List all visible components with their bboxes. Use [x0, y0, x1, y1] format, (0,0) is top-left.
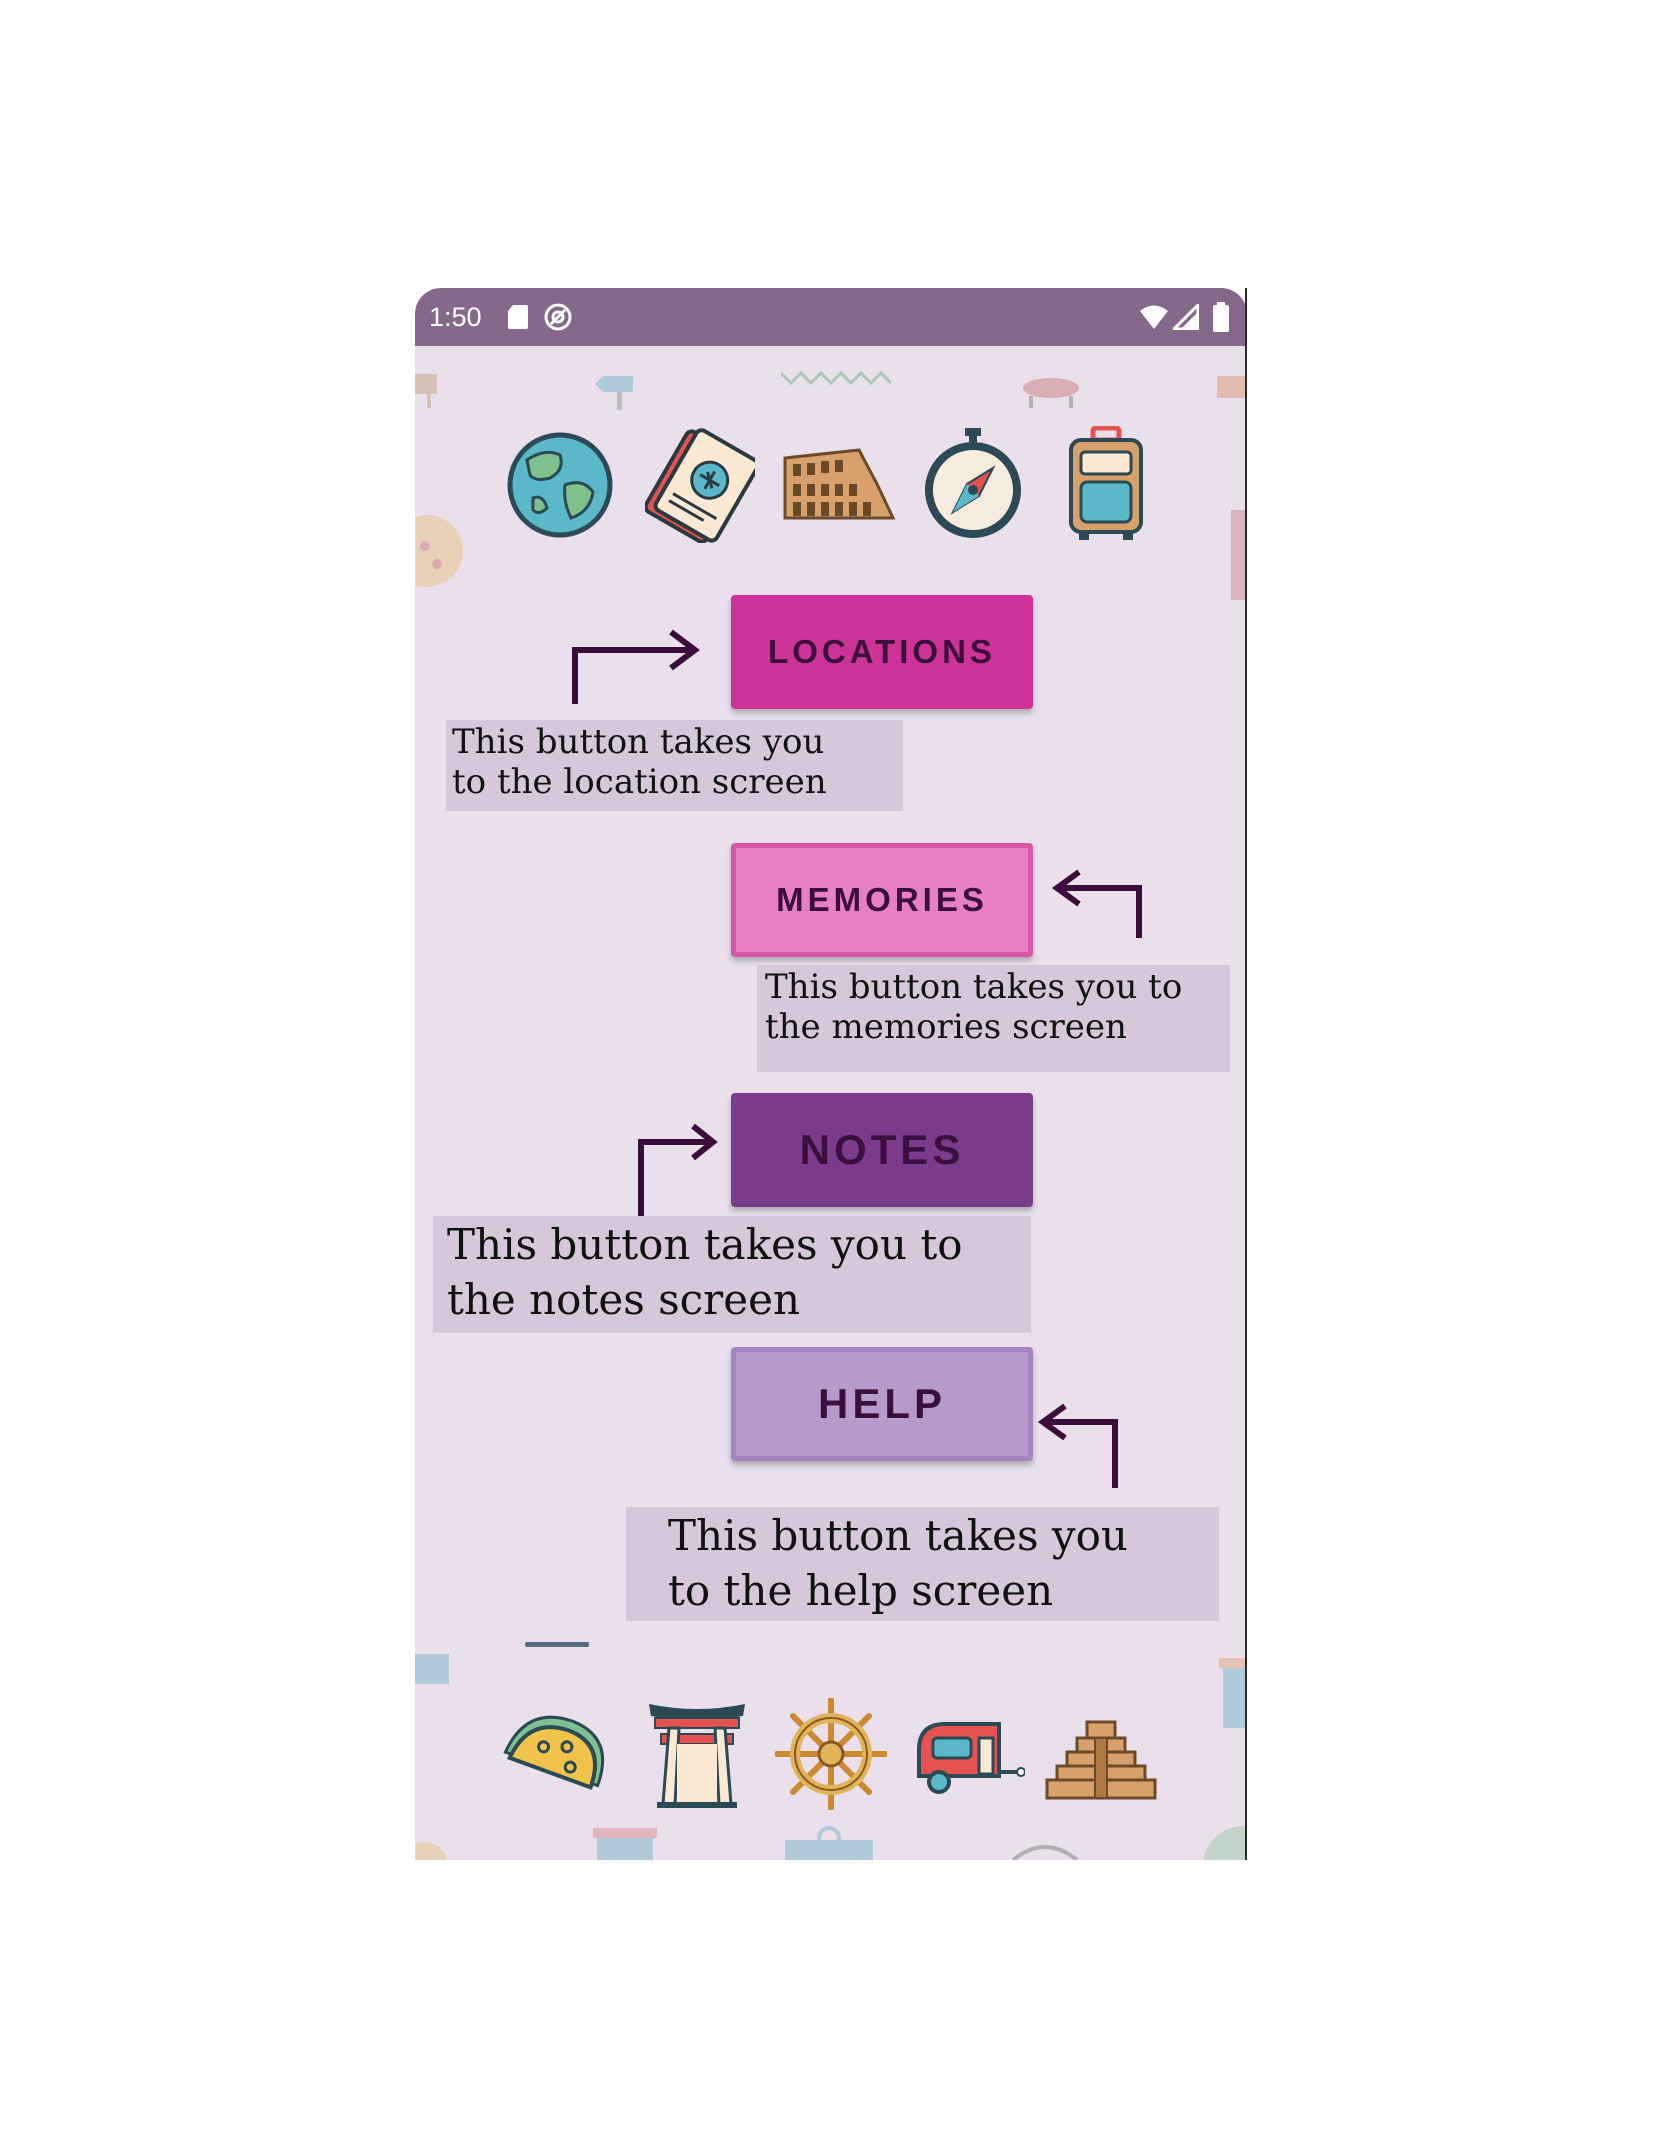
- phone-screen: 1:50 LOCATIONS MEMORIES NOTES HELP This …: [415, 288, 1247, 1860]
- sd-card-icon: [508, 305, 528, 329]
- ship-wheel-icon: [775, 1698, 887, 1810]
- taco-icon: [503, 1715, 605, 1790]
- camper-trailer-icon: [917, 1722, 1025, 1794]
- ufo-icon: [1023, 378, 1079, 408]
- signpost-icon: [595, 376, 633, 410]
- battery-icon: [1213, 302, 1229, 332]
- arrow-left-icon: [1051, 869, 1142, 938]
- bag-icon: [785, 1826, 873, 1860]
- building-icon: [1231, 510, 1247, 600]
- memories-button[interactable]: MEMORIES: [731, 843, 1033, 957]
- drink-icon: [1219, 1658, 1247, 1728]
- pizza-icon: [415, 515, 463, 587]
- arrow-left-icon: [1037, 1403, 1118, 1488]
- wifi-icon: [1140, 305, 1168, 329]
- headphones-icon: [1011, 1845, 1079, 1860]
- status-time: 1:50: [429, 302, 482, 332]
- help-note: This button takes you to the help screen: [626, 1507, 1219, 1621]
- signpost-icon: [415, 374, 437, 408]
- help-button[interactable]: HELP: [731, 1347, 1033, 1461]
- laptop-icon: [415, 1654, 449, 1684]
- locations-note: This button takes you to the location sc…: [446, 720, 903, 811]
- box-icon: [1217, 376, 1247, 398]
- signal-icon: [1173, 304, 1199, 330]
- colosseum-icon: [783, 448, 896, 520]
- globe-icon: [1203, 1826, 1247, 1860]
- at-sign-icon: [544, 303, 572, 331]
- divider: [525, 1642, 589, 1647]
- pyramid-icon: [1045, 1720, 1157, 1800]
- pizza-icon: [415, 1842, 447, 1860]
- status-bar: 1:50: [415, 288, 1247, 346]
- arrow-right-icon: [638, 1123, 718, 1216]
- zigzag-icon: [781, 370, 893, 386]
- notes-note: This button takes you to the notes scree…: [433, 1216, 1031, 1333]
- arrow-right-icon: [572, 629, 700, 704]
- phone-edge: [1245, 288, 1247, 1860]
- torii-gate-icon: [649, 1704, 745, 1808]
- memories-note: This button takes you to the memories sc…: [757, 965, 1230, 1072]
- locations-button[interactable]: LOCATIONS: [731, 595, 1033, 709]
- building-icon: [593, 1828, 657, 1860]
- globe-icon: [507, 432, 613, 538]
- notes-button[interactable]: NOTES: [731, 1093, 1033, 1207]
- compass-icon: [925, 428, 1021, 538]
- plane-ticket-icon: [645, 428, 755, 543]
- suitcase-icon: [1069, 426, 1143, 540]
